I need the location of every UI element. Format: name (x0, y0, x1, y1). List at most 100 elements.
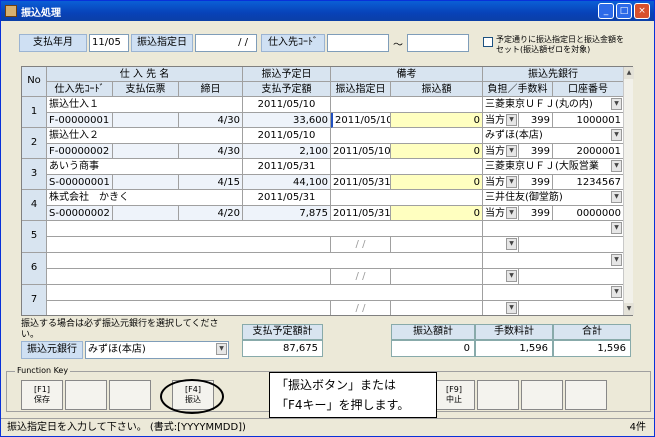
close-button[interactable]: × (634, 3, 650, 19)
row-no: 2 (22, 128, 47, 159)
remarks[interactable] (331, 128, 483, 144)
f1-save-button[interactable]: [F1] 保存 (21, 380, 63, 410)
chevron-down-icon[interactable]: ▼ (216, 343, 227, 355)
remarks[interactable] (331, 190, 483, 206)
bank-select[interactable]: 三井住友(御堂筋) ▼ (483, 190, 624, 206)
status-message: 振込指定日を入力して下さい。 (書式:[YYYYMMDD]) (7, 422, 246, 433)
designated-date-input[interactable]: 2011/05/31 (331, 206, 391, 221)
row-no: 3 (22, 159, 47, 190)
bank-name: 三井住友(御堂筋) (485, 192, 563, 203)
designated-date-input[interactable]: / / (331, 269, 391, 285)
burden-select[interactable]: ▼ (483, 301, 519, 315)
f12-button[interactable] (565, 380, 607, 410)
chevron-down-icon[interactable]: ▼ (506, 114, 517, 126)
fee-value: 399 (519, 144, 553, 159)
burden-value: 当方 (485, 115, 505, 126)
scroll-up-icon[interactable]: ▲ (624, 67, 634, 79)
chevron-down-icon[interactable]: ▼ (611, 191, 622, 203)
designated-date-input[interactable]: 2011/05/10 (331, 144, 391, 159)
close-date: 4/15 (179, 175, 243, 190)
transfer-amount-input[interactable] (391, 301, 483, 315)
chevron-down-icon[interactable]: ▼ (611, 98, 622, 110)
transfer-amount-input[interactable]: 0 (391, 144, 483, 159)
f2-button[interactable] (65, 380, 107, 410)
chevron-down-icon[interactable]: ▼ (506, 207, 517, 219)
grid-scrollbar[interactable]: ▲ ▼ (623, 67, 634, 315)
fee-value: 399 (519, 113, 553, 128)
designated-date-input[interactable]: 2011/05/10 (331, 113, 391, 128)
transfer-amount-input[interactable]: 0 (391, 113, 483, 128)
supplier-code-from-input[interactable] (327, 34, 389, 52)
chevron-down-icon[interactable]: ▼ (611, 254, 622, 266)
burden-select[interactable]: ▼ (483, 237, 519, 253)
designated-date-input[interactable]: / / (331, 237, 391, 253)
remarks[interactable] (331, 97, 483, 113)
transfer-amount-input[interactable]: 0 (391, 175, 483, 190)
chevron-down-icon[interactable]: ▼ (611, 129, 622, 141)
burden-select[interactable]: 当方 ▼ (483, 206, 519, 221)
source-bank-label: 振込元銀行 (21, 341, 83, 359)
supplier-code-label: 仕入先ｺｰﾄﾞ (261, 34, 325, 52)
chevron-down-icon[interactable]: ▼ (506, 176, 517, 188)
payment-grid: No 仕 入 先 名 振込予定日 備考 振込先銀行 仕入先ｺｰﾄﾞ 支払伝票 締… (21, 66, 633, 316)
burden-select[interactable]: ▼ (483, 269, 519, 285)
chevron-down-icon[interactable]: ▼ (506, 238, 517, 250)
chevron-down-icon[interactable]: ▼ (611, 222, 622, 234)
transfer-total-value: 0 (391, 340, 475, 357)
f10-button[interactable] (477, 380, 519, 410)
source-bank-select[interactable]: みずほ(本店) ▼ (85, 341, 229, 359)
fee-value: 399 (519, 175, 553, 190)
supplier-code: F-00000002 (47, 144, 113, 159)
f4-highlight-oval (160, 379, 224, 414)
scroll-down-icon[interactable]: ▼ (624, 303, 634, 315)
designated-date-input[interactable]: 2011/05/31 (331, 175, 391, 190)
chevron-down-icon[interactable]: ▼ (611, 286, 622, 298)
callout-line1: 「振込ボタン」または (276, 378, 397, 392)
bank-select[interactable]: ▼ (483, 253, 624, 269)
chevron-down-icon[interactable]: ▼ (611, 160, 622, 172)
transfer-amount-input[interactable] (391, 269, 483, 285)
burden-select[interactable]: 当方 ▼ (483, 144, 519, 159)
fee-total-label: 手数料計 (475, 324, 553, 340)
window-title: 振込処理 (21, 7, 61, 19)
bank-select[interactable]: 三菱東京ＵＦＪ(丸の内) ▼ (483, 97, 624, 113)
minimize-button[interactable]: _ (598, 3, 614, 19)
bank-select[interactable]: ▼ (483, 221, 624, 237)
bank-select[interactable]: 三菱東京ＵＦＪ(大阪営業 ▼ (483, 159, 624, 175)
f3-button[interactable] (109, 380, 151, 410)
f9-text: 中止 (446, 395, 462, 404)
account-number (519, 269, 624, 285)
row-no: 4 (22, 190, 47, 221)
f11-button[interactable] (521, 380, 563, 410)
payment-slip (113, 175, 179, 190)
burden-select[interactable]: 当方 ▼ (483, 113, 519, 128)
auto-set-checkbox[interactable] (483, 37, 493, 47)
scheduled-date: 2011/05/31 (243, 159, 331, 175)
chevron-down-icon[interactable]: ▼ (506, 270, 517, 282)
transfer-date-input[interactable]: / / (195, 34, 257, 52)
bank-name: 三菱東京ＵＦＪ(丸の内) (485, 99, 593, 110)
f9-cancel-button[interactable]: [F9] 中止 (433, 380, 475, 410)
bank-select[interactable]: みずほ(本店) ▼ (483, 128, 624, 144)
account-number (519, 237, 624, 253)
col-header-slip: 支払伝票 (113, 82, 179, 97)
fee-total-value: 1,596 (475, 340, 553, 357)
chevron-down-icon[interactable]: ▼ (506, 145, 517, 157)
grand-total-label: 合計 (553, 324, 631, 340)
supplier-name: 振込仕入２ (47, 128, 243, 144)
burden-select[interactable]: 当方 ▼ (483, 175, 519, 190)
close-date: 4/20 (179, 206, 243, 221)
account-number: 1234567 (553, 175, 624, 190)
range-separator: ～ (393, 39, 403, 51)
source-bank-value: みずほ(本店) (88, 344, 146, 355)
bank-select[interactable]: ▼ (483, 285, 624, 301)
col-header-bank: 振込先銀行 (483, 67, 624, 82)
supplier-code-to-input[interactable] (407, 34, 469, 52)
transfer-amount-input[interactable] (391, 237, 483, 253)
designated-date-input[interactable]: / / (331, 301, 391, 315)
remarks[interactable] (331, 159, 483, 175)
year-month-input[interactable]: 11/05 (89, 34, 129, 52)
maximize-button[interactable]: □ (616, 3, 632, 19)
chevron-down-icon[interactable]: ▼ (506, 302, 517, 314)
transfer-amount-input[interactable]: 0 (391, 206, 483, 221)
